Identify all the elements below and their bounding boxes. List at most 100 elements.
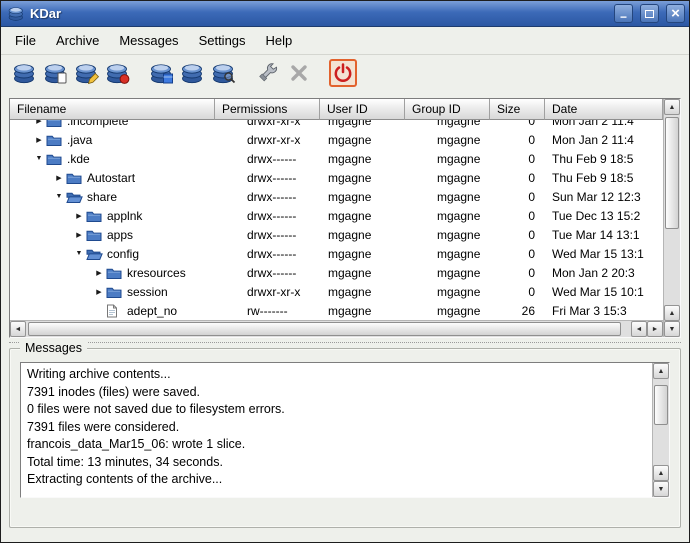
size-cell: 0 bbox=[490, 285, 545, 299]
menu-archive[interactable]: Archive bbox=[46, 29, 109, 52]
menu-help[interactable]: Help bbox=[256, 29, 303, 52]
message-line: Writing archive contents... bbox=[27, 366, 646, 384]
column-header-size[interactable]: Size bbox=[490, 99, 545, 120]
expand-arrow-icon[interactable]: ▶ bbox=[92, 269, 106, 277]
expand-arrow-icon[interactable]: ▶ bbox=[92, 288, 106, 296]
group-cell: mgagne bbox=[405, 228, 490, 242]
hscrollbar-track[interactable] bbox=[26, 321, 631, 337]
toolbar-button-disk-stack-cube[interactable] bbox=[148, 59, 176, 87]
table-row[interactable]: ▼ .kdedrwx------mgagnemgagne0Thu Feb 9 1… bbox=[10, 149, 663, 168]
user-cell: mgagne bbox=[320, 228, 405, 242]
table-row[interactable]: ▶ sessiondrwxr-xr-xmgagnemgagne0Wed Mar … bbox=[10, 282, 663, 301]
splitter-handle[interactable] bbox=[1, 338, 689, 348]
horizontal-scrollbar[interactable]: ◄ ◄ ► bbox=[10, 320, 663, 337]
message-line: 7391 inodes (files) were saved. bbox=[27, 384, 646, 402]
file-tree-viewport[interactable]: ▶ .incompletedrwxr-xr-xmgagnemgagne0Mon … bbox=[10, 120, 663, 320]
scroll-left-button[interactable]: ◄ bbox=[10, 321, 26, 337]
table-row[interactable]: ▶ .incompletedrwxr-xr-xmgagnemgagne0Mon … bbox=[10, 120, 663, 130]
table-row[interactable]: ▶ applnkdrwx------mgagnemgagne0Tue Dec 1… bbox=[10, 206, 663, 225]
expand-arrow-icon[interactable]: ▶ bbox=[72, 212, 86, 220]
toolbar-button-disk-stack[interactable] bbox=[11, 59, 39, 87]
table-row[interactable]: ▶ kresourcesdrwx------mgagnemgagne0Mon J… bbox=[10, 263, 663, 282]
menu-file[interactable]: File bbox=[5, 29, 46, 52]
messages-log[interactable]: Writing archive contents...7391 inodes (… bbox=[20, 362, 670, 498]
scroll-down-button[interactable]: ▼ bbox=[664, 321, 680, 337]
user-cell: mgagne bbox=[320, 209, 405, 223]
toolbar-button-x-mark[interactable] bbox=[285, 59, 313, 87]
permissions-cell: drwxr-xr-x bbox=[215, 133, 320, 147]
collapse-arrow-icon[interactable]: ▼ bbox=[72, 250, 86, 257]
close-button[interactable]: × bbox=[666, 4, 685, 23]
minimize-button[interactable]: − bbox=[614, 4, 633, 23]
filename-label: kresources bbox=[127, 266, 186, 280]
menu-settings[interactable]: Settings bbox=[189, 29, 256, 52]
vscrollbar-track[interactable] bbox=[664, 115, 680, 305]
size-cell: 0 bbox=[490, 120, 545, 128]
folder-icon bbox=[46, 152, 63, 166]
message-line: francois_data_Mar15_06: wrote 1 slice. bbox=[27, 436, 646, 454]
filename-label: config bbox=[107, 247, 139, 261]
scroll-left-button-2[interactable]: ◄ bbox=[631, 321, 647, 337]
date-cell: Mon Jan 2 11:4 bbox=[545, 120, 661, 128]
messages-scrollbar[interactable]: ▲ ▲ ▼ bbox=[652, 363, 669, 497]
scroll-right-button[interactable]: ► bbox=[647, 321, 663, 337]
folder-icon bbox=[106, 285, 123, 299]
table-row[interactable]: ▼ configdrwx------mgagnemgagne0Wed Mar 1… bbox=[10, 244, 663, 263]
file-tree-left: FilenamePermissionsUser IDGroup IDSizeDa… bbox=[10, 99, 663, 337]
disk-stack-red-icon bbox=[106, 61, 130, 85]
toolbar-button-power[interactable] bbox=[329, 59, 357, 87]
scroll-down-button[interactable]: ▼ bbox=[653, 481, 669, 497]
collapse-arrow-icon[interactable]: ▼ bbox=[52, 193, 66, 200]
column-header-user-id[interactable]: User ID bbox=[320, 99, 405, 120]
filename-cell: ▼ config bbox=[10, 247, 215, 261]
column-header-group-id[interactable]: Group ID bbox=[405, 99, 490, 120]
filename-cell: ▶ apps bbox=[10, 228, 215, 242]
expand-arrow-icon[interactable]: ▶ bbox=[32, 120, 46, 125]
user-cell: mgagne bbox=[320, 152, 405, 166]
scroll-left-icon: ◄ bbox=[15, 326, 22, 333]
folder-icon bbox=[66, 171, 83, 185]
maximize-button[interactable] bbox=[640, 4, 659, 23]
toolbar-button-wrench[interactable] bbox=[254, 59, 282, 87]
vertical-scrollbar[interactable]: ▲ ▲ ▼ bbox=[663, 99, 680, 337]
toolbar-button-disk-stack-plain[interactable] bbox=[179, 59, 207, 87]
column-header-filename[interactable]: Filename bbox=[10, 99, 215, 120]
toolbar-button-disk-stack-red[interactable] bbox=[104, 59, 132, 87]
column-header-date[interactable]: Date bbox=[545, 99, 663, 120]
table-row[interactable]: ▶ .javadrwxr-xr-xmgagnemgagne0Mon Jan 2 … bbox=[10, 130, 663, 149]
date-cell: Mon Jan 2 11:4 bbox=[545, 133, 661, 147]
scroll-up-button-2[interactable]: ▲ bbox=[664, 305, 680, 321]
table-row[interactable]: adept_norw-------mgagnemgagne26Fri Mar 3… bbox=[10, 301, 663, 320]
expand-arrow-icon[interactable]: ▶ bbox=[32, 136, 46, 144]
toolbar-button-disk-stack-pencil[interactable] bbox=[73, 59, 101, 87]
collapse-arrow-icon[interactable]: ▼ bbox=[32, 155, 46, 162]
filename-cell: ▶ applnk bbox=[10, 209, 215, 223]
group-cell: mgagne bbox=[405, 285, 490, 299]
titlebar[interactable]: KDar − × bbox=[1, 1, 689, 27]
table-row[interactable]: ▶ appsdrwx------mgagnemgagne0Tue Mar 14 … bbox=[10, 225, 663, 244]
table-row[interactable]: ▼ sharedrwx------mgagnemgagne0Sun Mar 12… bbox=[10, 187, 663, 206]
scroll-up-button[interactable]: ▲ bbox=[653, 363, 669, 379]
date-cell: Tue Mar 14 13:1 bbox=[545, 228, 661, 242]
messages-scrollbar-track[interactable] bbox=[653, 379, 669, 465]
menu-messages[interactable]: Messages bbox=[109, 29, 188, 52]
toolbar-button-disk-stack-page[interactable] bbox=[42, 59, 70, 87]
folder-open-icon bbox=[86, 247, 103, 261]
scroll-up-button-2[interactable]: ▲ bbox=[653, 465, 669, 481]
power-icon bbox=[332, 62, 354, 84]
messages-scrollbar-thumb[interactable] bbox=[654, 385, 668, 425]
column-header-permissions[interactable]: Permissions bbox=[215, 99, 320, 120]
expand-arrow-icon[interactable]: ▶ bbox=[52, 174, 66, 182]
hscrollbar-thumb[interactable] bbox=[28, 322, 621, 336]
disk-stack-magnifier-icon bbox=[212, 61, 236, 85]
permissions-cell: drwx------ bbox=[215, 209, 320, 223]
scroll-up-button[interactable]: ▲ bbox=[664, 99, 680, 115]
expand-arrow-icon[interactable]: ▶ bbox=[72, 231, 86, 239]
filename-cell: ▶ .incomplete bbox=[10, 120, 215, 128]
table-row[interactable]: ▶ Autostartdrwx------mgagnemgagne0Thu Fe… bbox=[10, 168, 663, 187]
close-icon: × bbox=[671, 6, 680, 21]
disk-stack-pencil-icon bbox=[75, 61, 99, 85]
toolbar-button-disk-stack-magnifier[interactable] bbox=[210, 59, 238, 87]
filename-cell: ▶ Autostart bbox=[10, 171, 215, 185]
vscrollbar-thumb[interactable] bbox=[665, 117, 679, 229]
